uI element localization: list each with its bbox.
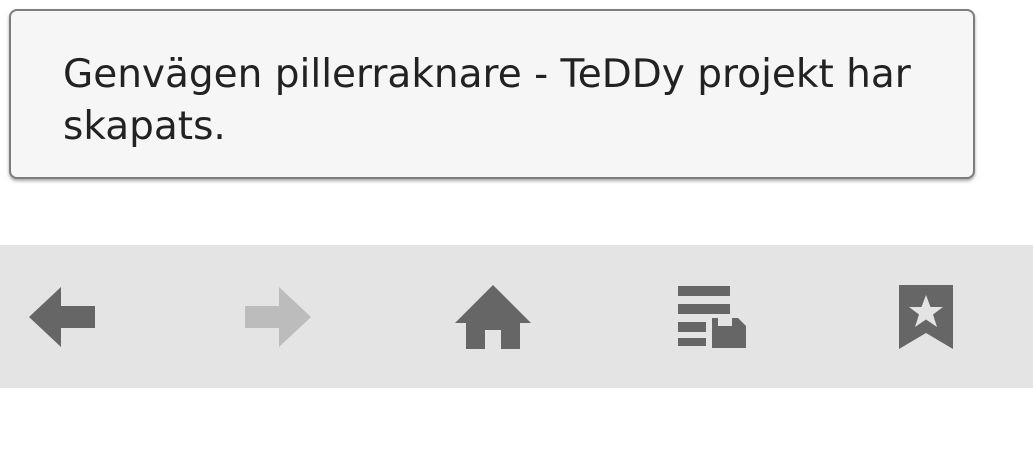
forward-button[interactable] — [218, 245, 338, 388]
home-icon — [455, 284, 531, 349]
bookmark-star-icon — [899, 284, 953, 349]
saved-pages-button[interactable] — [652, 245, 772, 388]
saved-pages-icon — [678, 285, 746, 348]
toast-notification: Genvägen pillerraknare - TeDDy projekt h… — [9, 9, 975, 179]
arrow-left-icon — [29, 286, 95, 347]
back-button[interactable] — [2, 245, 122, 388]
arrow-right-icon — [245, 286, 311, 347]
bookmarks-button[interactable] — [866, 245, 986, 388]
browser-toolbar — [0, 245, 1033, 388]
toast-message: Genvägen pillerraknare - TeDDy projekt h… — [63, 52, 911, 149]
home-button[interactable] — [433, 245, 553, 388]
screen: Genvägen pillerraknare - TeDDy projekt h… — [0, 0, 1033, 452]
